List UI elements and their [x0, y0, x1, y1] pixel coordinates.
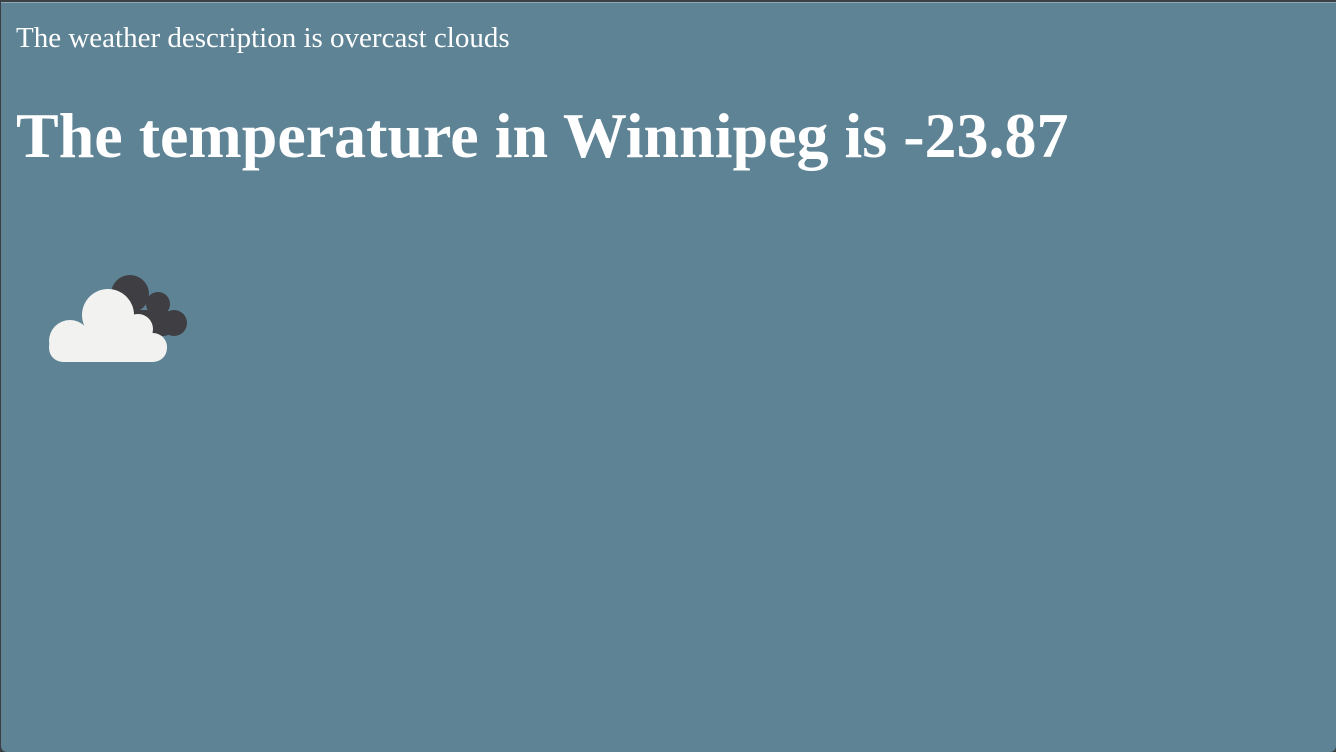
temperature-heading: The temperature in Winnipeg is -23.87: [16, 100, 1069, 171]
weather-description: The weather description is overcast clou…: [16, 22, 510, 54]
clouds-icon: [49, 275, 187, 362]
overcast-clouds-icon: [41, 265, 197, 369]
weather-page: The weather description is overcast clou…: [1, 2, 1336, 752]
